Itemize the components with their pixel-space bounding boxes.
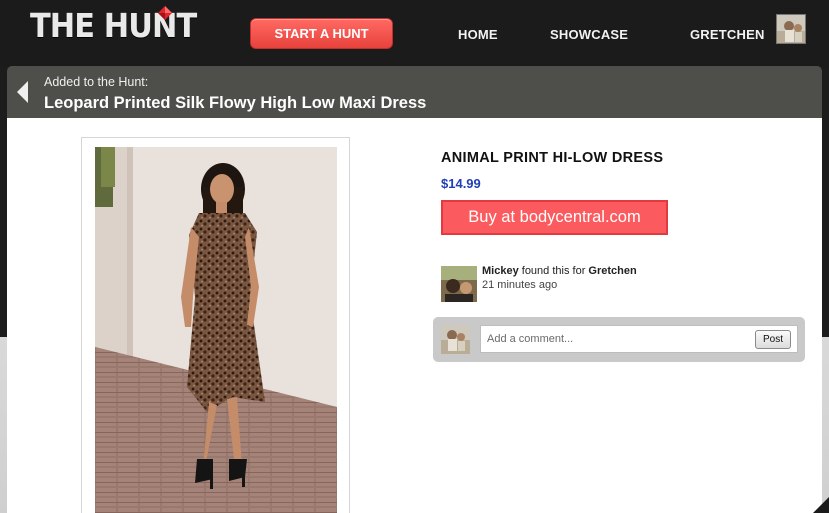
back-arrow-icon[interactable] bbox=[17, 81, 28, 103]
added-label: Added to the Hunt: bbox=[44, 75, 149, 89]
item-header: Added to the Hunt: Leopard Printed Silk … bbox=[7, 66, 822, 118]
recipient-name[interactable]: Gretchen bbox=[588, 265, 636, 277]
finder-connector: found this for bbox=[518, 265, 589, 277]
nav-showcase-link[interactable]: SHOWCASE bbox=[550, 27, 628, 42]
product-photo-frame bbox=[81, 137, 350, 513]
nav-home-link[interactable]: HOME bbox=[458, 27, 498, 42]
gem-icon bbox=[158, 6, 172, 20]
product-price: $14.99 bbox=[441, 176, 481, 191]
post-button[interactable]: Post bbox=[755, 330, 791, 349]
finder-avatar[interactable] bbox=[441, 266, 477, 302]
product-photo[interactable] bbox=[95, 147, 337, 513]
found-timestamp: 21 minutes ago bbox=[482, 279, 558, 291]
top-navigation: THE HUNT START A HUNT HOME SHOWCASE GRET… bbox=[0, 0, 829, 66]
finder-attribution: Mickey found this for Gretchen bbox=[482, 265, 637, 277]
comment-input[interactable] bbox=[480, 325, 798, 353]
comment-box: Post bbox=[433, 317, 805, 362]
user-avatar[interactable] bbox=[776, 14, 806, 44]
finder-name[interactable]: Mickey bbox=[482, 265, 519, 277]
item-title: Leopard Printed Silk Flowy High Low Maxi… bbox=[44, 94, 427, 112]
item-content: ANIMAL PRINT HI-LOW DRESS $14.99 Buy at … bbox=[7, 118, 822, 513]
corner-decoration bbox=[813, 497, 829, 513]
comment-avatar bbox=[441, 325, 470, 354]
buy-button[interactable]: Buy at bodycentral.com bbox=[441, 200, 668, 235]
start-a-hunt-button[interactable]: START A HUNT bbox=[250, 18, 393, 49]
product-name: ANIMAL PRINT HI-LOW DRESS bbox=[441, 150, 664, 166]
nav-user-link[interactable]: GRETCHEN bbox=[690, 27, 765, 42]
